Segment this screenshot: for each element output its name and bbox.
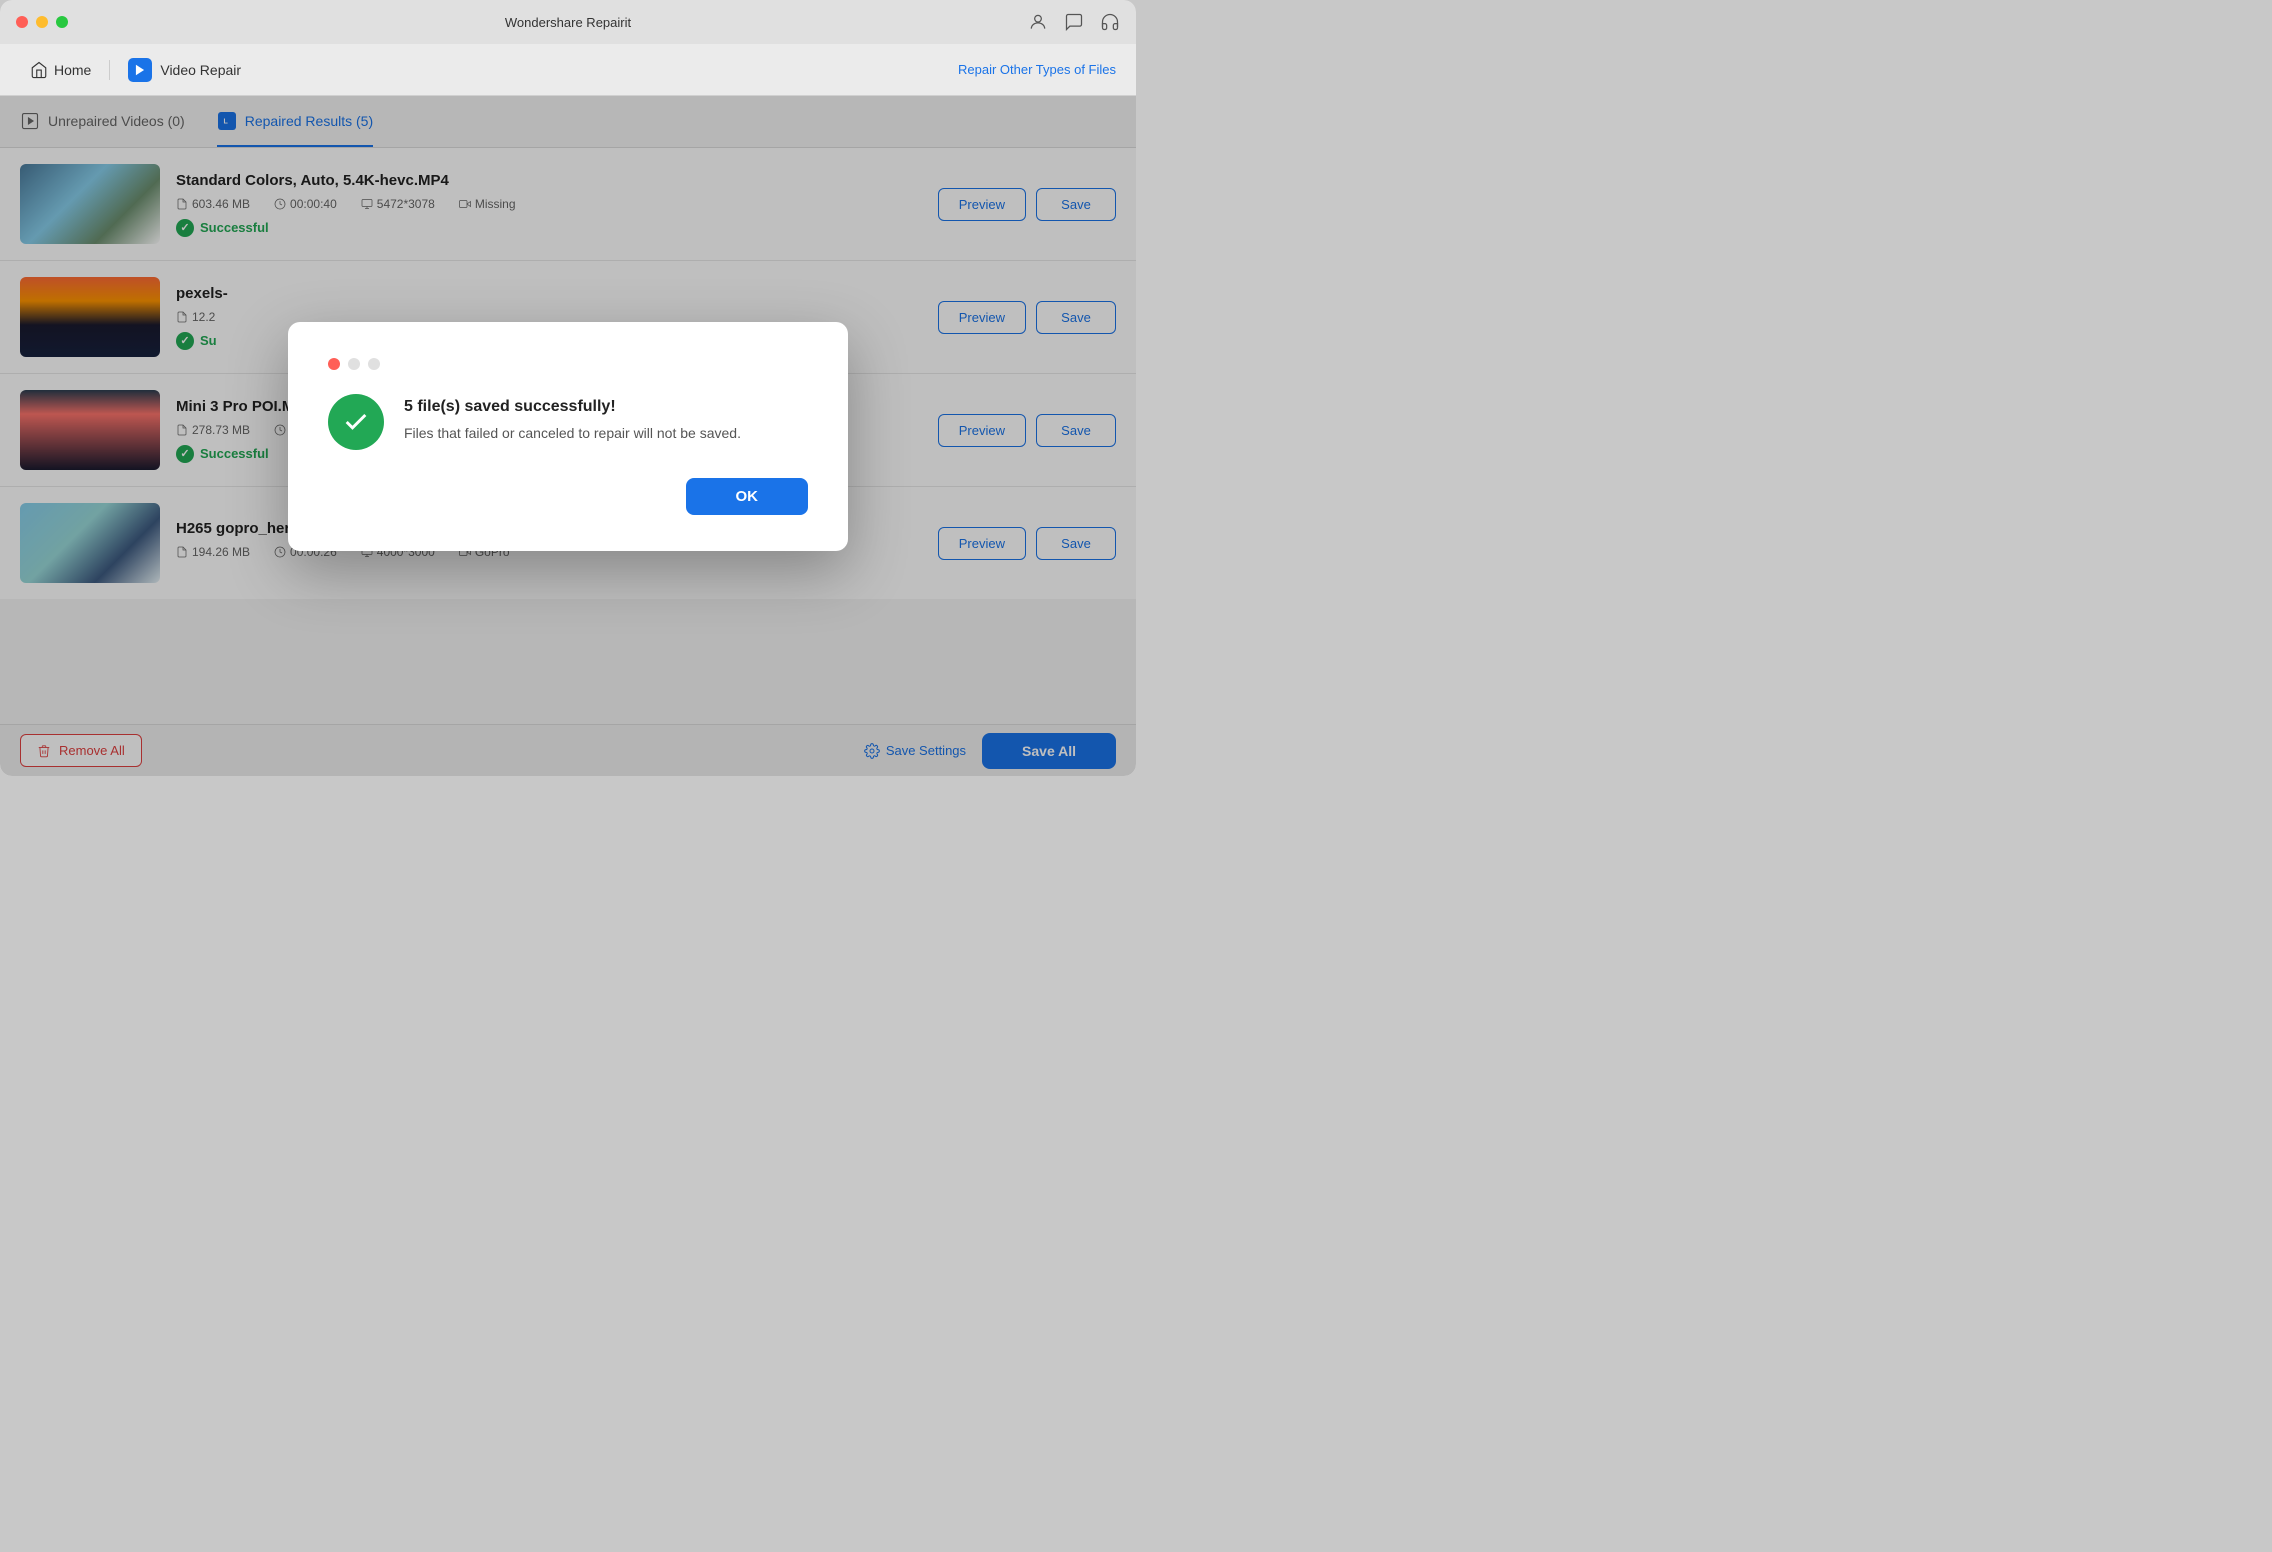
maximize-button[interactable] (56, 16, 68, 28)
video-repair-label: Video Repair (160, 62, 241, 78)
video-repair-nav-item[interactable]: Video Repair (118, 52, 251, 88)
profile-icon[interactable] (1028, 12, 1048, 32)
checkmark-icon (342, 408, 370, 436)
window-title: Wondershare Repairit (505, 15, 631, 30)
dialog-text: 5 file(s) saved successfully! Files that… (404, 394, 808, 444)
main-content: Unrepaired Videos (0) L Repaired Results… (0, 96, 1136, 776)
dialog-ok-button[interactable]: OK (686, 478, 809, 515)
dialog-close-button[interactable] (328, 358, 340, 370)
video-repair-icon (128, 58, 152, 82)
success-dialog: 5 file(s) saved successfully! Files that… (288, 322, 848, 551)
dialog-overlay: 5 file(s) saved successfully! Files that… (0, 96, 1136, 776)
dialog-traffic-lights (328, 358, 808, 370)
dialog-subtitle: Files that failed or canceled to repair … (404, 424, 808, 444)
dialog-title: 5 file(s) saved successfully! (404, 398, 808, 416)
success-icon (328, 394, 384, 450)
dialog-content: 5 file(s) saved successfully! Files that… (328, 394, 808, 450)
home-icon (30, 61, 48, 79)
title-bar-icons (1028, 12, 1120, 32)
app-window: Wondershare Repairit Home (0, 0, 1136, 776)
repair-other-link[interactable]: Repair Other Types of Files (958, 62, 1116, 77)
dialog-maximize-button[interactable] (368, 358, 380, 370)
dialog-actions: OK (328, 478, 808, 515)
home-nav-item[interactable]: Home (20, 55, 101, 85)
minimize-button[interactable] (36, 16, 48, 28)
chat-icon[interactable] (1064, 12, 1084, 32)
home-label: Home (54, 62, 91, 78)
close-button[interactable] (16, 16, 28, 28)
headset-icon[interactable] (1100, 12, 1120, 32)
nav-divider (109, 60, 110, 80)
traffic-lights (16, 16, 68, 28)
dialog-minimize-button[interactable] (348, 358, 360, 370)
title-bar: Wondershare Repairit (0, 0, 1136, 44)
nav-bar: Home Video Repair Repair Other Types of … (0, 44, 1136, 96)
